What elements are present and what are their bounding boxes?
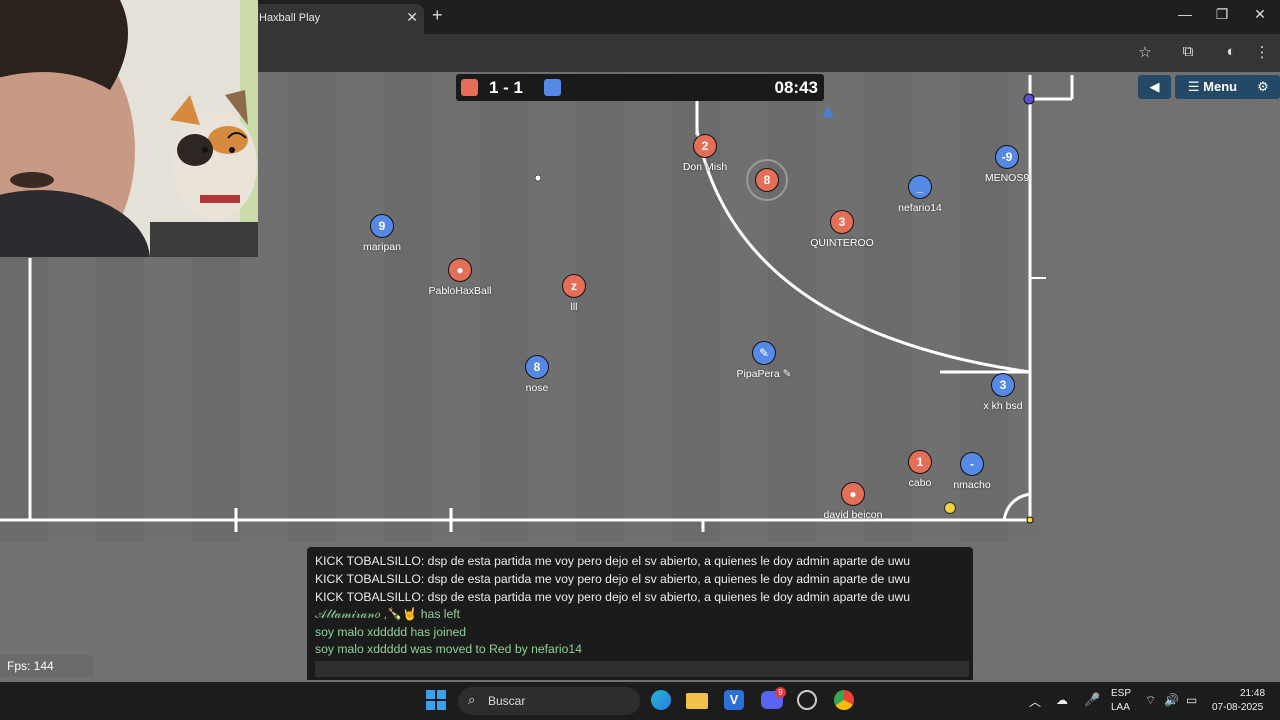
player-name: nefario14 (898, 202, 942, 214)
fps-label: Fps: 144 (7, 659, 54, 673)
wifi-icon[interactable]: ⌔ (1145, 693, 1156, 708)
player-blue: -9 (995, 145, 1019, 169)
red-team-color-square (461, 79, 478, 96)
blue-team-color-square (544, 79, 561, 96)
menu-button[interactable]: ☰ Menu (1175, 75, 1250, 99)
search-icon: ⌕ (468, 692, 476, 707)
match-timer: 08:43 (774, 78, 818, 97)
player-red: ● (841, 482, 865, 506)
player-name: nose (525, 382, 549, 394)
chevron-up-icon[interactable]: ︿ (1029, 693, 1041, 710)
score: 1 - 1 (489, 78, 524, 97)
player-name: lll (570, 301, 578, 313)
player-name: QUINTEROO (810, 237, 874, 249)
chat-message: KICK TOBALSILLO: dsp de esta partida me … (315, 572, 911, 586)
player-name: PabloHaxBall (428, 285, 492, 297)
microphone-icon[interactable]: 🎤 (1084, 692, 1100, 708)
player-name: david beicon (823, 509, 883, 521)
settings-gear-icon[interactable]: ⚙ (1246, 75, 1280, 99)
webcam-image (0, 0, 258, 257)
player-blue: 3 (991, 373, 1015, 397)
player-blue: - (960, 452, 984, 476)
windows-start-icon[interactable] (426, 690, 446, 710)
fps-counter: Fps: 144 (0, 655, 93, 677)
player-red: z (562, 274, 586, 298)
battery-icon[interactable]: ▭ (1186, 693, 1197, 707)
player-name: cabo (908, 477, 932, 489)
player-name: nmacho (953, 479, 991, 491)
player-red: ● (448, 258, 472, 282)
chat-panel: KICK TOBALSILLO: dsp de esta partida me … (307, 547, 973, 680)
scoreboard: 1 - 1 08:43 (456, 74, 824, 101)
player-blue: ✎ (752, 341, 776, 365)
search-placeholder: Buscar (488, 694, 526, 708)
player-red: 8 (755, 168, 779, 192)
chat-message: soy malo xddddd was moved to Red by nefa… (315, 642, 582, 656)
discord-badge: 9 (775, 687, 786, 698)
windows-taskbar: ⌕ Buscar V 9 ︿ ☁ 🎤 ESP LAA ⌔ 🔊 ▭ 21:48 0… (0, 682, 1280, 720)
taskbar-search[interactable]: ⌕ Buscar (458, 687, 640, 715)
steam-icon[interactable] (797, 690, 817, 710)
file-explorer-icon[interactable] (686, 693, 708, 709)
webcam-overlay (0, 0, 258, 257)
sound-toggle-icon[interactable]: ◀ (1138, 75, 1171, 99)
chat-message: KICK TOBALSILLO: dsp de esta partida me … (315, 554, 911, 568)
chat-message: KICK TOBALSILLO: dsp de esta partida me … (315, 590, 911, 604)
vscode-icon[interactable]: V (724, 690, 744, 710)
player-blue: 9 (370, 214, 394, 238)
player-name: PipaPera ✎ (736, 368, 792, 380)
chat-message: soy malo xddddd has joined (315, 625, 467, 639)
player-blue: _ (908, 175, 932, 199)
onedrive-icon[interactable]: ☁ (1056, 693, 1068, 707)
chat-message: 𝒜𝓁𝓉𝒶𝓂𝒾𝓇𝒶𝓃𝑜 ,🍾🤘 has left (315, 607, 461, 621)
volume-icon[interactable]: 🔊 (1164, 693, 1179, 707)
language-top[interactable]: ESP (1111, 688, 1131, 699)
clock-time[interactable]: 21:48 (1240, 688, 1265, 699)
edge-icon[interactable] (651, 690, 671, 710)
player-name: Don Mish (682, 161, 728, 173)
player-name: x kh bsd (983, 400, 1023, 412)
player-red: 1 (908, 450, 932, 474)
player-red: 2 (693, 134, 717, 158)
player-name: maripan (363, 241, 401, 253)
player-blue: 8 (525, 355, 549, 379)
clock-date[interactable]: 07-08-2025 (1212, 702, 1263, 713)
player-red: 3 (830, 210, 854, 234)
chrome-icon[interactable] (834, 690, 854, 710)
player-name: MENOS9 (984, 172, 1030, 184)
language-bottom[interactable]: LAA (1111, 702, 1130, 713)
chat-input[interactable] (315, 661, 969, 677)
